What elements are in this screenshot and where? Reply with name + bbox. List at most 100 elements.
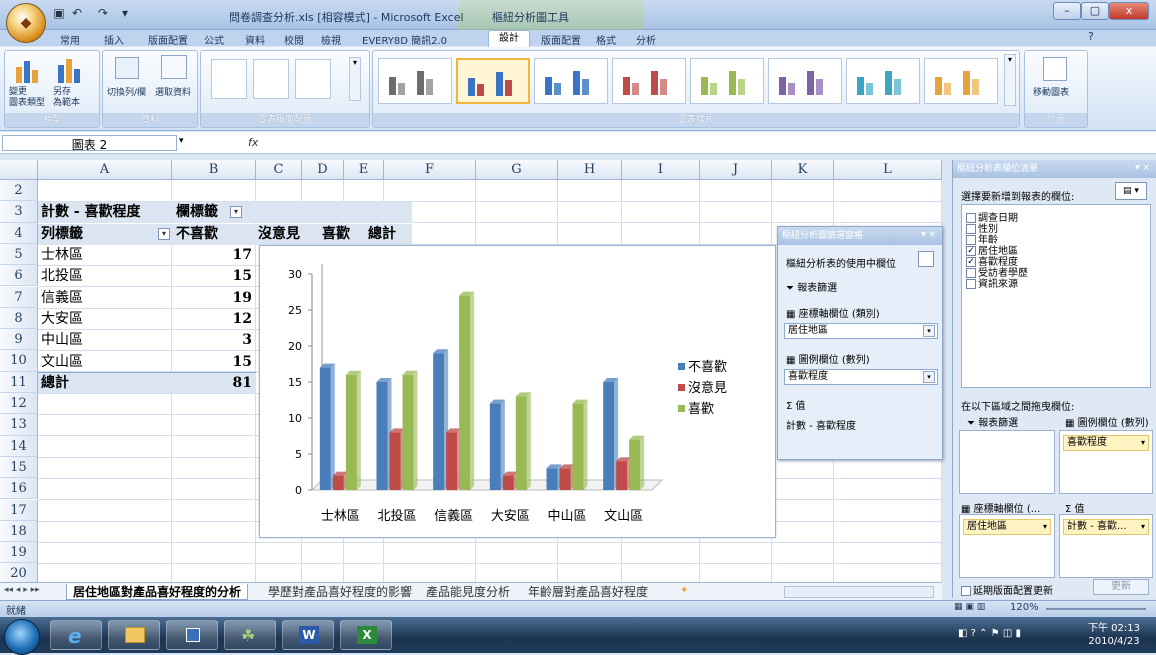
column-header-L[interactable]: L (834, 160, 942, 180)
area-report-filter-box[interactable] (959, 430, 1055, 494)
close-button[interactable]: x (1109, 2, 1149, 20)
select-data-icon[interactable] (161, 55, 187, 79)
row-header-8[interactable]: 8 (0, 307, 38, 330)
pivot-header-total[interactable]: 總計 (366, 224, 412, 245)
field-item[interactable]: ✓ 喜歡程度 (966, 257, 1018, 268)
field-list-toggle-icon[interactable] (918, 251, 934, 267)
media-taskbar-icon[interactable] (166, 620, 218, 650)
row-header-9[interactable]: 9 (0, 329, 38, 351)
pivot-total-value[interactable]: 81 (172, 372, 256, 393)
network-taskbar-icon[interactable]: ☘ (224, 620, 276, 650)
row-header-3[interactable]: 3 (0, 201, 38, 223)
row-header-7[interactable]: 7 (0, 286, 38, 308)
chart-style-1[interactable] (378, 58, 452, 104)
redo-icon[interactable]: ↷ (96, 6, 110, 20)
chart-type-icon[interactable] (15, 57, 43, 83)
tab-insert[interactable]: 插入 (104, 32, 124, 47)
pivot-row-label-cell[interactable]: 北投區 (38, 266, 172, 287)
sheet-nav-icon[interactable]: ◂◂ ◂ ▸ ▸▸ (4, 585, 40, 595)
tab-format[interactable]: 格式 (596, 32, 616, 47)
save-template-icon[interactable] (57, 57, 85, 83)
maximize-button[interactable]: ▢ (1081, 2, 1109, 20)
move-chart-icon[interactable] (1043, 57, 1067, 81)
chart-style-2[interactable] (456, 58, 530, 104)
tab-chart-layout[interactable]: 版面配置 (541, 32, 581, 47)
tray-icons[interactable]: ◧ ? ⌃ ⚑ ◫ ▮ (958, 628, 1021, 639)
field-list-layout-button[interactable]: ▤ ▾ (1115, 182, 1147, 200)
change-chart-type-button[interactable]: 變更 圖表類型 (9, 87, 51, 109)
tab-analyze[interactable]: 分析 (636, 32, 656, 47)
defer-checkbox-icon[interactable] (961, 586, 971, 596)
chart-style-7[interactable] (846, 58, 920, 104)
switch-row-col-button[interactable]: 切換列/欄 (107, 85, 146, 98)
sheet-tab-4[interactable]: 年齡層對產品喜好程度 (522, 584, 654, 600)
row-header-16[interactable]: 16 (0, 478, 38, 500)
chart-style-6[interactable] (768, 58, 842, 104)
legend-dropdown-icon[interactable]: ▾ (923, 371, 935, 383)
move-chart-button[interactable]: 移動圖表 (1033, 85, 1069, 98)
chart-style-3[interactable] (534, 58, 608, 104)
field-checkbox[interactable] (966, 213, 976, 223)
chart-style-more-icon[interactable]: ▾ (1004, 54, 1016, 106)
qat-customize-icon[interactable]: ▾ (118, 6, 132, 20)
pivot-row-label-cell[interactable]: 信義區 (38, 288, 172, 309)
field-checkbox[interactable]: ✓ (966, 246, 976, 256)
area-legend-box[interactable]: 喜歡程度 ▾ (1059, 430, 1153, 494)
chart-style-8[interactable] (924, 58, 998, 104)
field-item[interactable]: 調查日期 (966, 213, 1018, 224)
select-all-corner[interactable] (0, 160, 38, 180)
office-button[interactable]: ◆ (6, 3, 46, 43)
area-axis-box[interactable]: 居住地區 ▾ (959, 514, 1055, 578)
excel-taskbar-icon[interactable]: X (340, 620, 392, 650)
row-header-18[interactable]: 18 (0, 520, 38, 543)
start-button[interactable] (4, 619, 40, 655)
tab-design[interactable]: 設計 (488, 30, 530, 47)
tab-home[interactable]: 常用 (60, 32, 80, 47)
layout-more-icon[interactable]: ▾ (349, 57, 361, 101)
area-legend-field[interactable]: 喜歡程度 ▾ (1063, 435, 1149, 451)
ie-taskbar-icon[interactable]: e (50, 620, 102, 650)
field-checkbox[interactable] (966, 279, 976, 289)
axis-field-select[interactable]: 居住地區 ▾ (784, 323, 938, 339)
layout-2-icon[interactable] (253, 59, 289, 99)
explorer-taskbar-icon[interactable] (108, 620, 160, 650)
row-header-15[interactable]: 15 (0, 456, 38, 479)
field-item[interactable]: ✓ 居住地區 (966, 246, 1018, 257)
area-axis-dropdown-icon[interactable]: ▾ (1043, 520, 1047, 534)
layout-1-icon[interactable] (211, 59, 247, 99)
row-header-10[interactable]: 10 (0, 350, 38, 372)
column-header-K[interactable]: K (772, 160, 834, 180)
row-header-17[interactable]: 17 (0, 499, 38, 521)
field-item[interactable]: 年齡 (966, 235, 998, 246)
column-header-D[interactable]: D (302, 160, 344, 180)
col-filter-dropdown-icon[interactable]: ▾ (230, 206, 242, 218)
pivot-row-value-cell[interactable]: 19 (172, 288, 256, 309)
area-axis-field[interactable]: 居住地區 ▾ (963, 519, 1051, 535)
help-icon[interactable]: ? (1088, 30, 1094, 43)
tab-formulas[interactable]: 公式 (204, 32, 224, 47)
row-header-14[interactable]: 14 (0, 435, 38, 457)
pivot-row-label-cell[interactable]: 中山區 (38, 330, 172, 351)
field-checkbox[interactable] (966, 224, 976, 234)
field-item[interactable]: 受訪者學歷 (966, 268, 1028, 279)
defer-update-checkbox[interactable]: 延期版面配置更新 (961, 582, 1053, 597)
name-box[interactable]: 圖表 2 (2, 135, 177, 152)
axis-dropdown-icon[interactable]: ▾ (923, 325, 935, 337)
save-as-template-button[interactable]: 另存 為範本 (53, 87, 97, 109)
column-header-J[interactable]: J (700, 160, 772, 180)
layout-3-icon[interactable] (295, 59, 331, 99)
pivot-header-dislike[interactable]: 不喜歡 (172, 224, 256, 245)
column-header-C[interactable]: C (256, 160, 302, 180)
sheet-tab-active[interactable]: 居住地區對產品喜好程度的分析 (66, 584, 249, 600)
insert-sheet-icon[interactable]: ✦ (680, 585, 688, 596)
fx-icon[interactable]: fx (248, 136, 258, 149)
column-header-E[interactable]: E (344, 160, 384, 180)
field-checkbox[interactable]: ✓ (966, 257, 976, 267)
column-header-F[interactable]: F (384, 160, 476, 180)
legend-field-select[interactable]: 喜歡程度 ▾ (784, 369, 938, 385)
pivot-row-value-cell[interactable]: 17 (172, 245, 256, 266)
row-filter-dropdown-icon[interactable]: ▾ (158, 228, 170, 240)
field-checkbox[interactable] (966, 235, 976, 245)
sheet-tab-2[interactable]: 學歷對產品喜好程度的影響 (262, 584, 418, 600)
row-header-11[interactable]: 11 (0, 371, 38, 393)
